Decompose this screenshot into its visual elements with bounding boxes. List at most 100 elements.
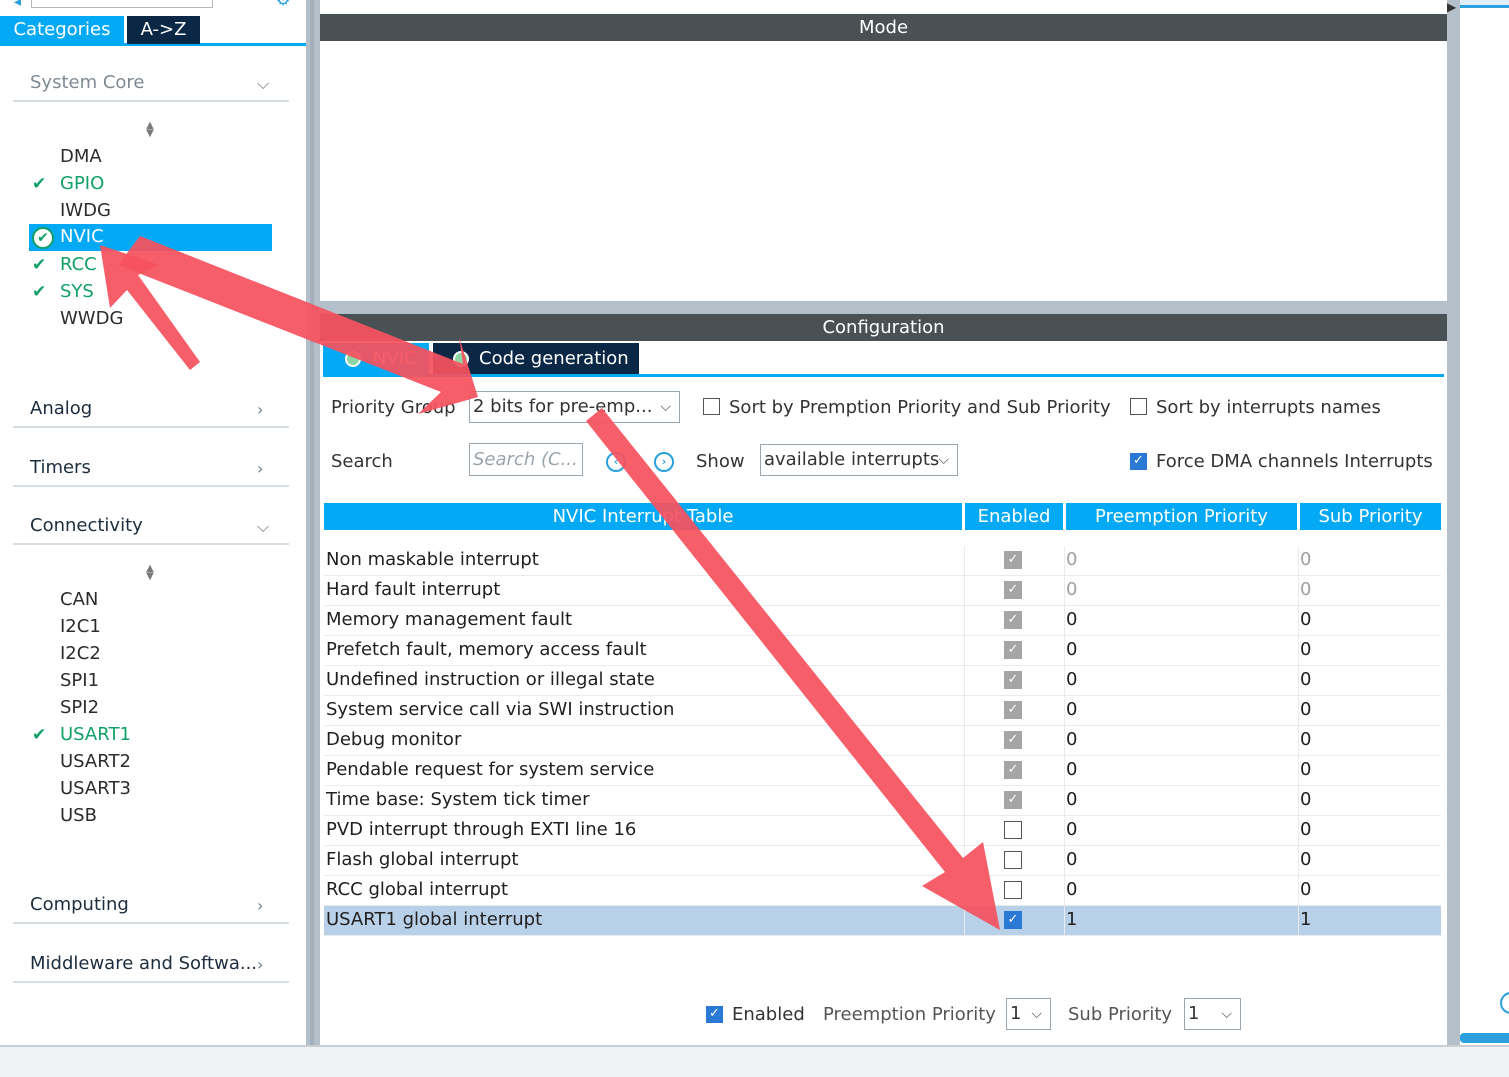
preemption-priority-cell[interactable]: 0 bbox=[1066, 759, 1077, 780]
sub-priority-cell[interactable]: 0 bbox=[1300, 879, 1311, 900]
enabled-checkbox[interactable]: ✓ bbox=[1004, 641, 1022, 659]
table-row[interactable]: Prefetch fault, memory access fault ✓ 0 0 bbox=[324, 636, 1441, 666]
tab-code-generation[interactable]: Code generation bbox=[433, 343, 639, 374]
peripheral-search-input[interactable] bbox=[31, 0, 213, 8]
enabled-checkbox[interactable]: ✓ bbox=[1004, 761, 1022, 779]
col-header-sub[interactable]: Sub Priority bbox=[1300, 503, 1441, 530]
preemption-priority-cell[interactable]: 0 bbox=[1066, 819, 1077, 840]
sub-priority-cell[interactable]: 0 bbox=[1300, 639, 1311, 660]
periph-wwdg[interactable]: WWDG bbox=[60, 307, 123, 331]
table-row[interactable]: Memory management fault ✓ 0 0 bbox=[324, 606, 1441, 636]
sort-premption-checkbox[interactable] bbox=[703, 398, 720, 415]
tab-a-to-z[interactable]: A->Z bbox=[127, 16, 200, 44]
preemption-priority-cell[interactable]: 0 bbox=[1066, 609, 1077, 630]
enabled-checkbox[interactable]: ✓ bbox=[1004, 701, 1022, 719]
table-row[interactable]: Non maskable interrupt ✓ 0 0 bbox=[324, 546, 1441, 576]
periph-can[interactable]: CAN bbox=[60, 588, 98, 612]
periph-nvic[interactable]: NVIC bbox=[60, 225, 104, 249]
sub-priority-cell[interactable]: 0 bbox=[1300, 609, 1311, 630]
section-computing[interactable]: Computing › bbox=[13, 888, 289, 924]
search-prev-icon[interactable]: ‹ bbox=[606, 452, 626, 472]
preemption-priority-cell[interactable]: 0 bbox=[1066, 789, 1077, 810]
sub-priority-cell[interactable]: 0 bbox=[1300, 549, 1311, 570]
back-icon[interactable]: ◂ bbox=[14, 0, 21, 10]
sub-priority-cell[interactable]: 0 bbox=[1300, 849, 1311, 870]
sort-icon[interactable]: ▲ ▼ bbox=[144, 121, 156, 139]
force-dma-checkbox[interactable]: ✓ bbox=[1130, 453, 1147, 470]
preemption-priority-cell[interactable]: 0 bbox=[1066, 849, 1077, 870]
sub-priority-select[interactable]: 1 ⌵ bbox=[1184, 998, 1241, 1030]
enabled-checkbox[interactable] bbox=[1004, 881, 1022, 899]
right-scrollbar[interactable] bbox=[1460, 1033, 1509, 1043]
collapse-arrow-icon[interactable]: ▶ bbox=[1447, 0, 1456, 14]
section-system-core[interactable]: System Core ⌵ bbox=[13, 66, 289, 102]
preemption-priority-cell[interactable]: 0 bbox=[1066, 699, 1077, 720]
enabled-checkbox[interactable]: ✓ bbox=[1004, 911, 1022, 929]
sub-priority-cell[interactable]: 0 bbox=[1300, 819, 1311, 840]
periph-usart1[interactable]: USART1 bbox=[60, 723, 131, 747]
mode-config-splitter[interactable] bbox=[320, 301, 1447, 314]
section-connectivity[interactable]: Connectivity ⌵ bbox=[13, 509, 289, 545]
gear-icon[interactable]: ⚙ bbox=[276, 0, 296, 9]
sub-priority-cell[interactable]: 0 bbox=[1300, 579, 1311, 600]
enabled-checkbox[interactable]: ✓ bbox=[1004, 671, 1022, 689]
tab-categories[interactable]: Categories bbox=[0, 16, 124, 44]
periph-i2c2[interactable]: I2C2 bbox=[60, 642, 101, 666]
periph-dma[interactable]: DMA bbox=[60, 145, 102, 169]
table-row[interactable]: USART1 global interrupt ✓ 1 1 bbox=[324, 906, 1441, 936]
preemption-priority-cell[interactable]: 0 bbox=[1066, 729, 1077, 750]
preemption-priority-cell[interactable]: 0 bbox=[1066, 639, 1077, 660]
enabled-checkbox[interactable]: ✓ bbox=[1004, 611, 1022, 629]
periph-i2c1[interactable]: I2C1 bbox=[60, 615, 101, 639]
sub-priority-cell[interactable]: 0 bbox=[1300, 729, 1311, 750]
table-row[interactable]: Time base: System tick timer ✓ 0 0 bbox=[324, 786, 1441, 816]
enabled-checkbox[interactable]: ✓ bbox=[1004, 581, 1022, 599]
sub-priority-cell[interactable]: 0 bbox=[1300, 759, 1311, 780]
enabled-checkbox[interactable]: ✓ bbox=[1004, 791, 1022, 809]
right-splitter[interactable] bbox=[1447, 0, 1460, 1045]
table-row[interactable]: Pendable request for system service ✓ 0 0 bbox=[324, 756, 1441, 786]
table-row[interactable]: PVD interrupt through EXTI line 16 0 0 bbox=[324, 816, 1441, 846]
section-middleware[interactable]: Middleware and Softwa... › bbox=[13, 947, 289, 983]
periph-gpio[interactable]: GPIO bbox=[60, 172, 104, 196]
section-timers[interactable]: Timers › bbox=[13, 451, 289, 487]
search-next-icon[interactable]: › bbox=[654, 452, 674, 472]
table-row[interactable]: RCC global interrupt 0 0 bbox=[324, 876, 1441, 906]
priority-group-select[interactable]: 2 bits for pre-emp... ⌵ bbox=[469, 391, 680, 423]
sub-priority-cell[interactable]: 0 bbox=[1300, 669, 1311, 690]
sub-priority-cell[interactable]: 0 bbox=[1300, 699, 1311, 720]
table-row[interactable]: Hard fault interrupt ✓ 0 0 bbox=[324, 576, 1441, 606]
preemption-priority-cell[interactable]: 0 bbox=[1066, 579, 1077, 600]
col-header-preemption[interactable]: Preemption Priority bbox=[1066, 503, 1297, 530]
sub-priority-cell[interactable]: 1 bbox=[1300, 909, 1311, 930]
enabled-checkbox[interactable]: ✓ bbox=[1004, 551, 1022, 569]
periph-iwdg[interactable]: IWDG bbox=[60, 199, 111, 223]
periph-sys[interactable]: SYS bbox=[60, 280, 94, 304]
interrupt-search-input[interactable]: Search (C... bbox=[469, 443, 583, 476]
section-analog[interactable]: Analog › bbox=[13, 392, 289, 428]
periph-usart2[interactable]: USART2 bbox=[60, 750, 131, 774]
periph-usart3[interactable]: USART3 bbox=[60, 777, 131, 801]
preemption-priority-cell[interactable]: 0 bbox=[1066, 549, 1077, 570]
periph-rcc[interactable]: RCC bbox=[60, 253, 97, 277]
periph-spi1[interactable]: SPI1 bbox=[60, 669, 99, 693]
enabled-checkbox[interactable]: ✓ bbox=[706, 1006, 723, 1023]
table-row[interactable]: Debug monitor ✓ 0 0 bbox=[324, 726, 1441, 756]
col-header-name[interactable]: NVIC Interrupt Table bbox=[324, 503, 962, 530]
table-row[interactable]: System service call via SWI instruction ✓… bbox=[324, 696, 1441, 726]
table-row[interactable]: Flash global interrupt 0 0 bbox=[324, 846, 1441, 876]
sort-icon[interactable]: ▲ ▼ bbox=[144, 564, 156, 582]
periph-usb[interactable]: USB bbox=[60, 804, 97, 828]
enabled-checkbox[interactable] bbox=[1004, 821, 1022, 839]
sub-priority-cell[interactable]: 0 bbox=[1300, 789, 1311, 810]
enabled-checkbox[interactable] bbox=[1004, 851, 1022, 869]
preemption-priority-select[interactable]: 1 ⌵ bbox=[1006, 998, 1051, 1030]
periph-spi2[interactable]: SPI2 bbox=[60, 696, 99, 720]
tab-nvic[interactable]: NVIC bbox=[323, 343, 429, 374]
show-select[interactable]: available interrupts ⌵ bbox=[760, 444, 958, 476]
enabled-checkbox[interactable]: ✓ bbox=[1004, 731, 1022, 749]
sort-names-checkbox[interactable] bbox=[1130, 398, 1147, 415]
preemption-priority-cell[interactable]: 0 bbox=[1066, 669, 1077, 690]
table-row[interactable]: Undefined instruction or illegal state ✓ 0… bbox=[324, 666, 1441, 696]
col-header-enabled[interactable]: Enabled bbox=[965, 503, 1063, 530]
